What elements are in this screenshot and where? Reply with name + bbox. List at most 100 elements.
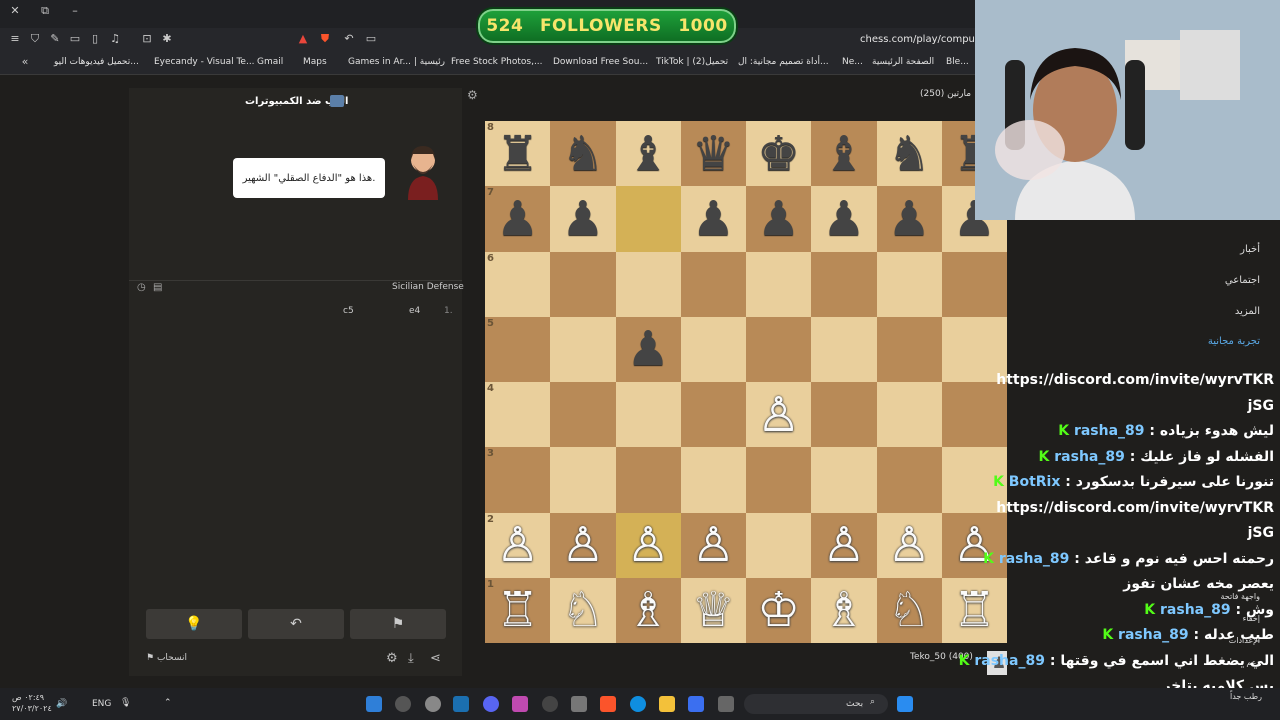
app-icon[interactable] [718,696,734,712]
chat-username[interactable]: rasha_89 [1118,627,1189,643]
explorer-icon[interactable] [659,696,675,712]
white-piece[interactable]: ♙ [627,521,670,569]
bookmark-item[interactable]: تحميل فيديوهات اليو... [54,57,139,67]
volume-icon[interactable]: 🔊 [56,699,67,709]
edge-icon[interactable] [630,696,646,712]
board-square[interactable]: ♛ [680,121,746,187]
start-icon[interactable] [897,696,913,712]
book-icon[interactable]: ▤ [153,282,162,293]
white-piece[interactable]: ♗ [627,586,670,634]
board-square[interactable]: ♟ [680,186,746,252]
board-square[interactable] [876,251,942,317]
board-square[interactable]: ♟ [615,316,681,382]
board-square[interactable] [680,251,746,317]
back-icon[interactable]: ↶ [342,32,356,46]
language-indicator[interactable]: ENG [92,699,111,709]
chat-username[interactable]: rasha_89 [999,551,1070,567]
white-piece[interactable]: ♘ [888,586,931,634]
board-square[interactable] [876,382,942,448]
board-square[interactable] [615,382,681,448]
bookmark-item[interactable]: أداة تصميم مجانية: ال... [738,57,829,67]
microphone-icon[interactable]: 🎙 [120,698,131,708]
white-piece[interactable]: ♕ [692,586,735,634]
black-piece[interactable]: ♝ [822,130,865,178]
board-square[interactable] [876,447,942,513]
black-piece[interactable]: ♚ [757,130,800,178]
music-icon[interactable]: ♫ [108,32,122,46]
bookmark-item[interactable]: Download Free Sou... [553,57,648,67]
white-piece[interactable]: ♙ [822,521,865,569]
board-square[interactable] [746,512,812,578]
board-square[interactable] [746,316,812,382]
chat-username[interactable]: rasha_89 [1160,602,1231,618]
board-square[interactable]: 3 [485,447,551,513]
board-square[interactable]: ♞ [550,121,616,187]
board-square[interactable]: ♔ [746,577,812,643]
sidebar-item-more[interactable]: المزيد [1235,306,1260,317]
download-icon[interactable]: ⤓ [408,651,414,666]
board-square[interactable]: 8 ♜ [485,121,551,187]
sidebar-item-free-trial[interactable]: تجربة مجانية [1208,336,1260,347]
screenshot-icon[interactable]: ⊡ [140,32,154,46]
bookmark-item[interactable]: Ble... [946,57,969,67]
board-square[interactable] [811,316,877,382]
board-square[interactable]: ♟ [550,186,616,252]
white-piece[interactable]: ♙ [757,391,800,439]
resign-link[interactable]: ⚑ انسحاب [146,653,187,663]
board-settings-icon[interactable]: ⚙ [467,88,478,102]
bookmark-item[interactable]: Gmail [257,57,283,67]
black-piece[interactable]: ♜ [496,130,539,178]
board-square[interactable]: ♙ [680,512,746,578]
chat-username[interactable]: BotRix [1009,474,1061,490]
bookmark-item[interactable]: Ne... [842,57,863,67]
board-square[interactable] [876,316,942,382]
board-square[interactable] [615,251,681,317]
board-square[interactable] [680,447,746,513]
sidebar-item-social[interactable]: اجتماعي [1225,275,1260,286]
board-square[interactable] [550,251,616,317]
search-box[interactable] [744,694,888,714]
board-square[interactable] [550,316,616,382]
tray-chevron-icon[interactable]: ⌃ [164,698,172,708]
board-square[interactable]: ♝ [615,121,681,187]
board-square[interactable]: ♗ [811,577,877,643]
board-square[interactable] [550,447,616,513]
white-move[interactable]: e4 [409,306,420,316]
black-piece[interactable]: ♟ [561,195,604,243]
board-square[interactable]: 4 [485,382,551,448]
bookmark-item[interactable]: Eyecandy - Visual Te... [154,57,255,67]
black-piece[interactable]: ♟ [496,195,539,243]
takeback-button[interactable]: ↶ [248,609,344,639]
black-piece[interactable]: ♟ [822,195,865,243]
board-square[interactable]: 6 [485,251,551,317]
board-square[interactable]: 1 ♖ [485,577,551,643]
board-square[interactable]: ♙ [876,512,942,578]
obs-icon[interactable] [425,696,441,712]
app-icon[interactable] [395,696,411,712]
board-square[interactable]: ♙ [941,512,1007,578]
app-icon[interactable] [512,696,528,712]
white-piece[interactable]: ♘ [561,586,604,634]
board-square[interactable] [615,186,681,252]
settings-icon[interactable]: ⚙ [386,651,398,666]
black-piece[interactable]: ♟ [757,195,800,243]
board-square[interactable] [941,382,1007,448]
bookmark-item[interactable]: الصفحة الرئيسية [872,57,934,67]
board-square[interactable]: ♙ [615,512,681,578]
board-square[interactable] [680,382,746,448]
bookmark-item[interactable]: TikTok | (2)تحميل [656,57,728,67]
black-piece[interactable]: ♟ [627,325,670,373]
minimize-icon[interactable]: – [68,4,82,18]
chat-username[interactable]: rasha_89 [1074,423,1145,439]
steam-icon[interactable] [453,696,469,712]
board-square[interactable] [811,382,877,448]
board-square[interactable]: ♘ [876,577,942,643]
board-square[interactable] [941,251,1007,317]
bookmark-item[interactable]: Free Stock Photos,... [451,57,543,67]
chevron-left-icon[interactable]: « [18,55,32,69]
board-square[interactable]: 5 [485,316,551,382]
board-square[interactable] [811,251,877,317]
share-icon[interactable]: ⋖ [430,651,441,666]
black-piece[interactable]: ♟ [692,195,735,243]
board-square[interactable]: 7 ♟ [485,186,551,252]
